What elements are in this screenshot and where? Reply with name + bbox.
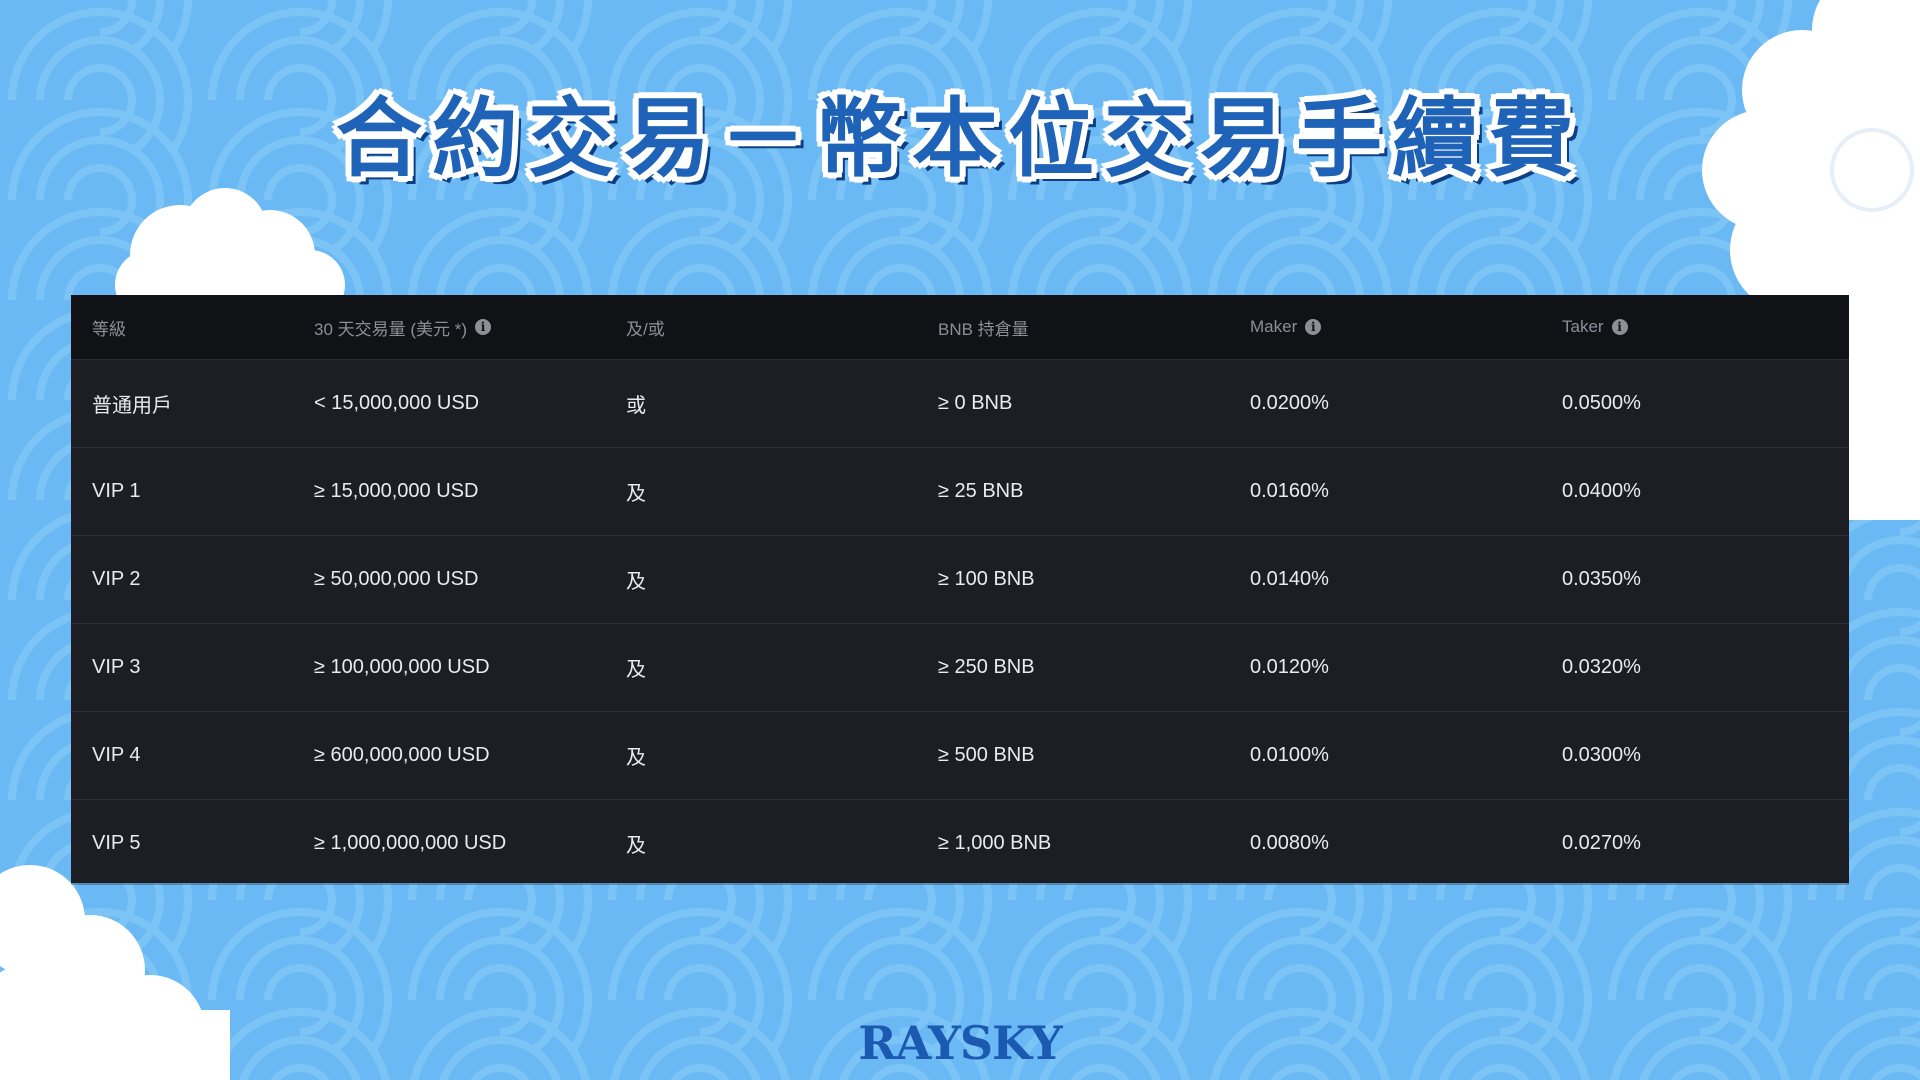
cell-level: VIP 3 (92, 656, 141, 678)
cell-maker: 0.0080% (1250, 832, 1329, 854)
cell-level: VIP 2 (92, 568, 141, 590)
table-row: VIP 2 ≥ 50,000,000 USD 及 ≥ 100 BNB 0.014… (71, 535, 1849, 623)
header-label: BNB 持倉量 (938, 319, 1029, 339)
header-bnb: BNB 持倉量 (917, 315, 1229, 340)
info-icon[interactable]: i (1305, 319, 1322, 335)
header-level: 等級 (71, 315, 293, 340)
cell-andor: 及 (626, 571, 646, 593)
table-row: VIP 3 ≥ 100,000,000 USD 及 ≥ 250 BNB 0.01… (71, 623, 1849, 711)
cell-taker: 0.0500% (1562, 392, 1641, 414)
cell-volume: ≥ 100,000,000 USD (314, 656, 490, 678)
header-taker: Taker i (1541, 317, 1849, 337)
cell-taker: 0.0270% (1562, 832, 1641, 854)
table-row: VIP 1 ≥ 15,000,000 USD 及 ≥ 25 BNB 0.0160… (71, 447, 1849, 535)
header-label: Taker (1562, 317, 1604, 336)
table-header: 等級 30 天交易量 (美元 *) i 及/或 BNB 持倉量 Maker i Ta… (71, 295, 1849, 359)
cell-taker: 0.0320% (1562, 656, 1641, 678)
cell-maker: 0.0160% (1250, 480, 1329, 502)
header-andor: 及/或 (605, 315, 917, 340)
header-label: Maker (1250, 317, 1298, 336)
cell-bnb: ≥ 25 BNB (938, 480, 1024, 502)
header-volume: 30 天交易量 (美元 *) i (293, 315, 605, 340)
cell-level: VIP 5 (92, 832, 141, 854)
cell-maker: 0.0100% (1250, 744, 1329, 766)
page-title: 合約交易－幣本位交易手續費 (336, 89, 1584, 189)
cell-taker: 0.0400% (1562, 480, 1641, 502)
cell-andor: 及 (626, 835, 646, 857)
cell-level: VIP 1 (92, 480, 141, 502)
cell-andor: 及 (626, 483, 646, 505)
cell-andor: 及 (626, 747, 646, 769)
cell-level: 普通用戶 (92, 395, 172, 417)
cell-maker: 0.0200% (1250, 392, 1329, 414)
table-row: 普通用戶 < 15,000,000 USD 或 ≥ 0 BNB 0.0200% … (71, 359, 1849, 447)
info-icon[interactable]: i (475, 319, 492, 335)
fee-table: 等級 30 天交易量 (美元 *) i 及/或 BNB 持倉量 Maker i Ta… (71, 295, 1849, 883)
cell-volume: < 15,000,000 USD (314, 392, 480, 414)
cell-bnb: ≥ 250 BNB (938, 656, 1035, 678)
raysky-logo: RAYSKY (858, 1016, 1062, 1070)
table-row: VIP 5 ≥ 1,000,000,000 USD 及 ≥ 1,000 BNB … (71, 799, 1849, 887)
header-label: 及/或 (626, 319, 665, 339)
cell-maker: 0.0120% (1250, 656, 1329, 678)
cloud-top-left (115, 188, 345, 315)
table-row: VIP 4 ≥ 600,000,000 USD 及 ≥ 500 BNB 0.01… (71, 711, 1849, 799)
header-label: 等級 (92, 319, 126, 339)
cell-volume: ≥ 15,000,000 USD (314, 480, 479, 502)
cell-bnb: ≥ 100 BNB (938, 568, 1035, 590)
header-maker: Maker i (1229, 317, 1541, 337)
cell-volume: ≥ 600,000,000 USD (314, 744, 490, 766)
info-icon[interactable]: i (1611, 319, 1628, 335)
cell-maker: 0.0140% (1250, 568, 1329, 590)
cell-andor: 或 (626, 395, 646, 417)
cell-volume: ≥ 50,000,000 USD (314, 568, 479, 590)
cell-taker: 0.0300% (1562, 744, 1641, 766)
cell-taker: 0.0350% (1562, 568, 1641, 590)
cell-level: VIP 4 (92, 744, 141, 766)
cell-volume: ≥ 1,000,000,000 USD (314, 832, 507, 854)
cell-bnb: ≥ 500 BNB (938, 744, 1035, 766)
cell-bnb: ≥ 0 BNB (938, 392, 1013, 414)
cell-bnb: ≥ 1,000 BNB (938, 832, 1052, 854)
header-label: 30 天交易量 (美元 *) (314, 319, 468, 339)
cell-andor: 及 (626, 659, 646, 681)
